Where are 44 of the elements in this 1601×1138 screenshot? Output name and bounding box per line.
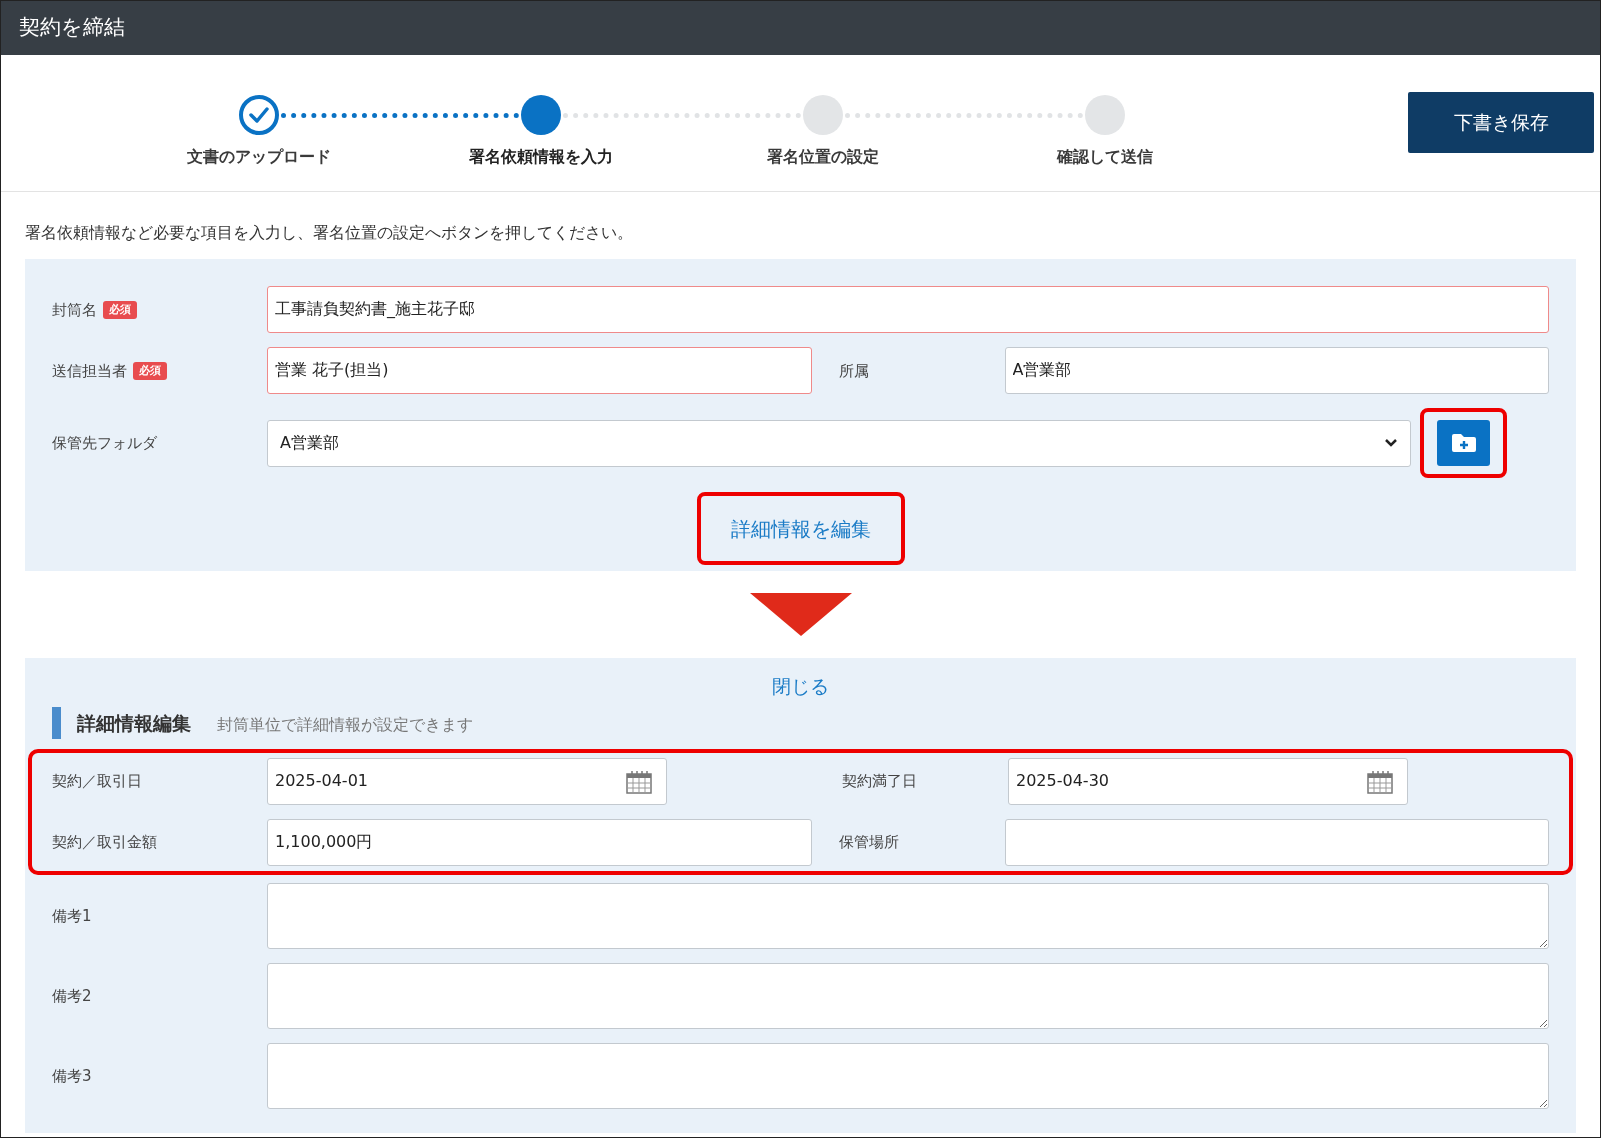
- step-label: 署名依頼情報を入力: [469, 146, 613, 168]
- field-label: 備考2: [52, 985, 92, 1007]
- notes-textarea[interactable]: [267, 962, 1549, 1029]
- calendar-icon[interactable]: [626, 769, 652, 794]
- down-triangle-icon: [749, 593, 852, 637]
- section-subheading: 封筒単位で詳細情報が設定できます: [217, 713, 473, 736]
- field-label: 備考3: [52, 1065, 92, 1087]
- step-label: 確認して送信: [1057, 146, 1153, 168]
- text-field[interactable]: 営業 花子(担当): [267, 347, 812, 395]
- folder-plus-icon: [1450, 433, 1477, 454]
- field-label: 契約満了日: [842, 771, 917, 792]
- text-field[interactable]: [1004, 818, 1549, 866]
- select-value: A営業部: [280, 432, 339, 455]
- date-value: 2025-04-01: [275, 770, 368, 793]
- add-folder-button[interactable]: [1437, 420, 1490, 467]
- required-badge: 必須: [133, 361, 167, 380]
- text-field[interactable]: 1,100,000円: [267, 818, 812, 866]
- field-label: 送信担当者: [52, 360, 127, 382]
- step-label: 文書のアップロード: [187, 146, 331, 168]
- field-label: 保管先フォルダ: [52, 433, 157, 454]
- field-label: 封筒名: [52, 299, 97, 321]
- field-label: 備考1: [52, 905, 92, 927]
- field-label: 所属: [838, 360, 869, 382]
- text-field[interactable]: 工事請負契約書_施主花子邸: [267, 286, 1549, 334]
- section-heading: 詳細情報編集: [52, 706, 191, 739]
- text-field[interactable]: A営業部: [1004, 347, 1549, 395]
- required-badge: 必須: [103, 300, 137, 319]
- window-title: 契約を締結: [19, 14, 125, 42]
- date-value: 2025-04-30: [1016, 770, 1109, 793]
- date-field[interactable]: 2025-04-01: [267, 757, 667, 805]
- close-link[interactable]: 閉じる: [772, 672, 829, 701]
- chevron-down-icon: [1384, 438, 1398, 449]
- field-label: 契約／取引金額: [52, 832, 157, 853]
- step-label: 署名位置の設定: [767, 146, 879, 168]
- edit-details-link[interactable]: 詳細情報を編集: [731, 513, 871, 544]
- save-draft-button[interactable]: 下書き保存: [1408, 92, 1594, 153]
- notes-textarea[interactable]: [267, 1042, 1549, 1109]
- field-label: 契約／取引日: [52, 771, 142, 792]
- notes-textarea[interactable]: [267, 882, 1549, 949]
- instruction-text: 署名依頼情報など必要な項目を入力し、署名位置の設定へボタンを押してください。: [24, 223, 634, 244]
- field-label: 保管場所: [838, 832, 899, 853]
- folder-select[interactable]: A営業部: [267, 419, 1411, 467]
- date-field[interactable]: 2025-04-30: [1008, 757, 1408, 805]
- calendar-icon[interactable]: [1367, 769, 1393, 794]
